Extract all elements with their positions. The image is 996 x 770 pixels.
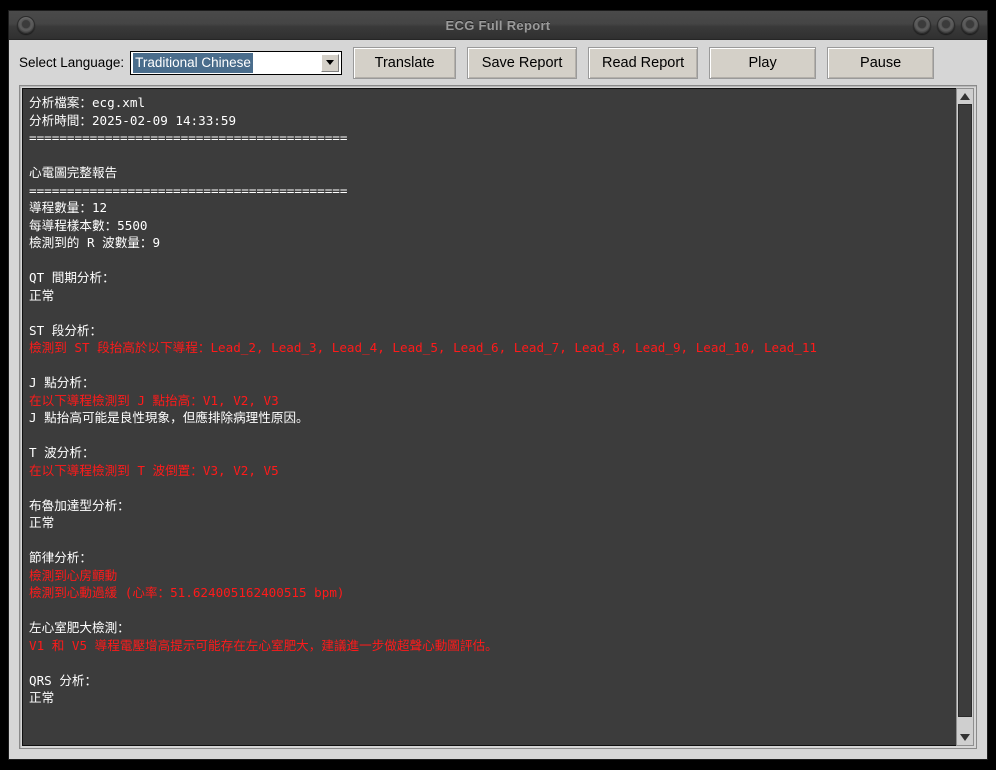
report-line: 檢測到的 R 波數量：9	[29, 235, 161, 250]
scroll-down-arrow-icon[interactable]	[957, 730, 973, 745]
scroll-up-arrow-icon[interactable]	[957, 89, 973, 104]
language-select-value[interactable]: Traditional Chinese	[131, 52, 321, 74]
toolbar: Select Language: Traditional Chinese Tra…	[9, 40, 987, 85]
translate-button[interactable]: Translate	[353, 46, 457, 79]
maximize-icon[interactable]	[937, 16, 955, 34]
report-line: 布魯加達型分析：	[29, 497, 130, 513]
report-line: QRS 分析：	[29, 672, 98, 688]
window-controls	[913, 16, 979, 34]
window-title: ECG Full Report	[445, 17, 551, 33]
report-line: 節律分析：	[29, 550, 92, 565]
pause-button[interactable]: Pause	[827, 46, 935, 79]
report-text-content: 分析檔案：ecg.xml 分析時間：2025-02-09 14:33:59 ==…	[29, 94, 956, 707]
report-line: 左心室肥大檢測：	[29, 620, 130, 635]
report-line: 正常	[29, 287, 55, 303]
report-line: T 波分析：	[29, 445, 95, 460]
report-line: ========================================…	[29, 130, 348, 145]
minimize-icon[interactable]	[913, 16, 931, 34]
report-line: V1 和 V5 導程電壓增高提示可能存在左心室肥大，建議進一步做超聲心動圖評估。	[29, 637, 498, 653]
report-line: 在以下導程檢測到 T 波倒置：V3, V2, V5	[29, 462, 279, 478]
report-line: 心電圖完整報告	[29, 165, 118, 180]
language-select[interactable]: Traditional Chinese	[130, 50, 343, 75]
ecg-report-window: ECG Full Report Select Language: Traditi…	[8, 10, 988, 760]
report-line: 在以下導程檢測到 J 點抬高：V1, V2, V3	[29, 392, 279, 408]
scrollbar-thumb[interactable]	[958, 104, 972, 718]
report-line: ========================================…	[29, 182, 348, 198]
window-titlebar: ECG Full Report	[9, 11, 987, 40]
report-line: 每導程樣本數：5500	[29, 217, 148, 233]
report-line: 正常	[29, 515, 55, 530]
report-line: 檢測到 ST 段抬高於以下導程：Lead_2, Lead_3, Lead_4, …	[29, 340, 818, 355]
report-textarea[interactable]: 分析檔案：ecg.xml 分析時間：2025-02-09 14:33:59 ==…	[22, 88, 956, 746]
report-line: ST 段分析：	[29, 322, 103, 338]
read-report-button[interactable]: Read Report	[588, 46, 699, 79]
close-icon[interactable]	[961, 16, 979, 34]
report-line: 分析檔案：ecg.xml	[29, 95, 146, 110]
report-line: J 點抬高可能是良性現象，但應排除病理性原因。	[29, 410, 309, 425]
report-line: 導程數量：12	[29, 200, 108, 215]
chevron-down-icon[interactable]	[321, 53, 340, 72]
select-language-label: Select Language:	[19, 55, 125, 70]
report-line: 分析時間：2025-02-09 14:33:59	[29, 112, 237, 128]
report-line: 正常	[29, 690, 55, 705]
play-button[interactable]: Play	[709, 46, 817, 79]
report-line: 檢測到心動過緩 (心率：51.624005162400515 bpm)	[29, 585, 345, 600]
report-line: QT 間期分析：	[29, 270, 115, 285]
report-line: 檢測到心房顫動	[29, 567, 118, 583]
language-select-selected-text: Traditional Chinese	[133, 52, 253, 73]
report-vertical-scrollbar[interactable]	[956, 88, 974, 746]
scrollbar-track[interactable]	[957, 104, 973, 730]
report-line: J 點分析：	[29, 375, 95, 390]
save-report-button[interactable]: Save Report	[467, 46, 578, 79]
report-panel: 分析檔案：ecg.xml 分析時間：2025-02-09 14:33:59 ==…	[19, 85, 977, 749]
window-menu-icon[interactable]	[17, 16, 35, 34]
